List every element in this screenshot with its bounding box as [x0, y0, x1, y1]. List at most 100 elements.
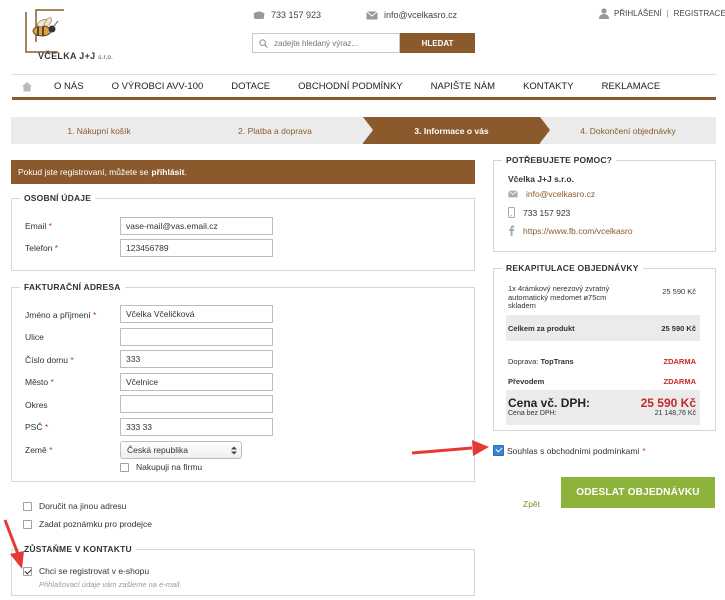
main-nav: O NÁS O VÝROBCI AVV-100 DOTACE OBCHODNÍ …	[12, 74, 716, 100]
payment-value: ZDARMA	[663, 377, 697, 386]
arrow-annotation-icon	[3, 519, 24, 569]
help-phone-text: 733 157 923	[523, 207, 571, 218]
shipping-label: Doprava:	[508, 357, 539, 366]
help-email-link[interactable]: info@vcelkasro.cz	[526, 189, 595, 199]
step-separator	[540, 117, 550, 143]
summary-total-row: Cena vč. DPH: 25 590 Kč	[508, 396, 696, 410]
summary-item-price: 25 590 Kč	[662, 287, 696, 296]
zip-field[interactable]	[120, 418, 273, 436]
phone-icon	[253, 11, 265, 19]
nav-item-terms[interactable]: OBCHODNÍ PODMÍNKY	[284, 81, 417, 92]
step-separator	[187, 117, 197, 143]
street-label: Ulice	[25, 332, 44, 342]
summary-subtotal-row: Celkem za produkt 25 590 Kč	[508, 324, 696, 333]
other-address-option[interactable]: Doručit na jinou adresu	[23, 501, 126, 511]
help-section: POTŘEBUJETE POMOC?	[493, 155, 716, 252]
summary-item-line: skladem	[508, 301, 536, 310]
step-finish: 4. Dokončení objednávky	[540, 117, 716, 144]
login-notice-link[interactable]: přihlásit	[151, 167, 184, 177]
phone-label: Telefon *	[25, 243, 59, 253]
payment-label: Převodem	[508, 377, 545, 386]
company-label: Nakupuji na firmu	[136, 462, 203, 472]
district-label: Okres	[25, 400, 48, 410]
select-arrows-icon	[231, 446, 237, 454]
nav-item-manufacturer[interactable]: O VÝROBCI AVV-100	[98, 81, 218, 92]
net-label: Cena bez DPH:	[508, 410, 557, 417]
help-phone[interactable]: 733 157 923	[508, 207, 570, 218]
country-select-value: Česká republika	[127, 445, 188, 455]
zip-label: PSČ *	[25, 422, 49, 432]
terms-label: Souhlas s obchodními podmínkami	[507, 445, 640, 456]
search-input[interactable]	[274, 38, 392, 48]
company-checkbox[interactable]	[120, 462, 129, 472]
help-email[interactable]: info@vcelkasro.cz	[508, 189, 595, 199]
login-notice-end: .	[184, 167, 187, 177]
terms-option[interactable]: Souhlas s obchodními podmínkami *	[493, 445, 646, 456]
register-link[interactable]: REGISTRACE	[674, 9, 725, 18]
submit-order-button[interactable]: ODESLAT OBJEDNÁVKU	[561, 477, 715, 508]
name-field[interactable]	[120, 305, 273, 323]
help-company: Včelka J+J s.r.o.	[508, 174, 574, 184]
other-address-label: Doručit na jinou adresu	[39, 501, 127, 511]
summary-item: 1x 4rámkový nerezový zvratný automatický…	[508, 284, 648, 311]
nav-item-complaints[interactable]: REKLAMACE	[588, 81, 675, 92]
back-link[interactable]: Zpět	[523, 499, 540, 509]
login-link[interactable]: PŘIHLÁŠENÍ	[614, 9, 662, 18]
street-field[interactable]	[120, 328, 273, 346]
subtotal-label: Celkem za produkt	[508, 324, 575, 333]
register-option[interactable]: Chci se registrovat v e-shopu	[23, 566, 149, 576]
name-label: Jméno a příjmení *	[25, 310, 97, 320]
login-notice: Pokud jste registrovaní, můžete se přihl…	[11, 160, 475, 184]
step-payment[interactable]: 2. Platba a doprava	[187, 117, 363, 144]
district-field[interactable]	[120, 395, 273, 413]
header-phone-text: 733 157 923	[271, 10, 322, 20]
personal-title: OSOBNÍ ÚDAJE	[24, 193, 92, 203]
search-box	[252, 33, 400, 53]
summary-payment-row: Převodem ZDARMA	[508, 377, 696, 386]
subtotal-value: 25 590 Kč	[661, 324, 696, 333]
search-icon	[259, 38, 268, 48]
mail-icon	[508, 190, 518, 198]
mobile-icon	[508, 207, 515, 218]
country-select[interactable]: Česká republika	[120, 441, 242, 459]
header-email[interactable]: info@vcelkasro.cz	[366, 10, 457, 20]
city-label: Město *	[25, 377, 54, 387]
help-title: POTŘEBUJETE POMOC?	[506, 155, 613, 165]
company-option[interactable]: Nakupuji na firmu	[120, 462, 202, 472]
brand-name: VČELKA J+J s.r.o.	[38, 51, 114, 61]
user-icon	[599, 8, 609, 19]
account-separator: |	[666, 9, 669, 18]
other-address-checkbox[interactable]	[23, 501, 32, 511]
header-phone[interactable]: 733 157 923	[253, 10, 321, 20]
terms-required-mark: *	[642, 445, 646, 456]
city-field[interactable]	[120, 373, 273, 391]
nav-item-subsidies[interactable]: DOTACE	[217, 81, 284, 92]
nav-item-write-us[interactable]: NAPIŠTE NÁM	[417, 81, 509, 92]
summary-shipping-row: Doprava: TopTrans ZDARMA	[508, 357, 696, 366]
email-label: Email *	[25, 221, 52, 231]
contact-title: ZŮSTAŇME V KONTAKTU	[24, 544, 132, 554]
house-number-field[interactable]	[120, 350, 273, 368]
search-button[interactable]: HLEDAT	[400, 33, 475, 53]
nav-item-contacts[interactable]: KONTAKTY	[509, 81, 588, 92]
terms-checkbox[interactable]	[493, 445, 504, 456]
step-cart[interactable]: 1. Nákupní košík	[11, 117, 187, 144]
seller-note-label: Zadat poznámku pro prodejce	[39, 519, 152, 529]
nav-item-about[interactable]: O NÁS	[40, 81, 98, 92]
home-icon	[22, 81, 32, 91]
phone-field[interactable]	[120, 239, 273, 257]
header-email-text: info@vcelkasro.cz	[384, 10, 458, 20]
seller-note-option[interactable]: Zadat poznámku pro prodejce	[23, 519, 152, 529]
help-facebook[interactable]: https://www.fb.com/vcelkasro	[508, 225, 633, 236]
step-separator	[363, 117, 373, 143]
summary-net-row: Cena bez DPH: 21 148,76 Kč	[508, 410, 696, 417]
register-label: Chci se registrovat v e-shopu	[39, 566, 150, 576]
country-label: Země *	[25, 445, 53, 455]
total-value: 25 590 Kč	[640, 396, 696, 410]
home-link[interactable]	[14, 81, 40, 92]
billing-title: FAKTURAČNÍ ADRESA	[24, 282, 121, 292]
email-field[interactable]	[120, 217, 273, 235]
total-label: Cena vč. DPH:	[508, 396, 591, 410]
account-links: PŘIHLÁŠENÍ | REGISTRACE	[599, 8, 725, 19]
help-facebook-link[interactable]: https://www.fb.com/vcelkasro	[523, 226, 633, 236]
